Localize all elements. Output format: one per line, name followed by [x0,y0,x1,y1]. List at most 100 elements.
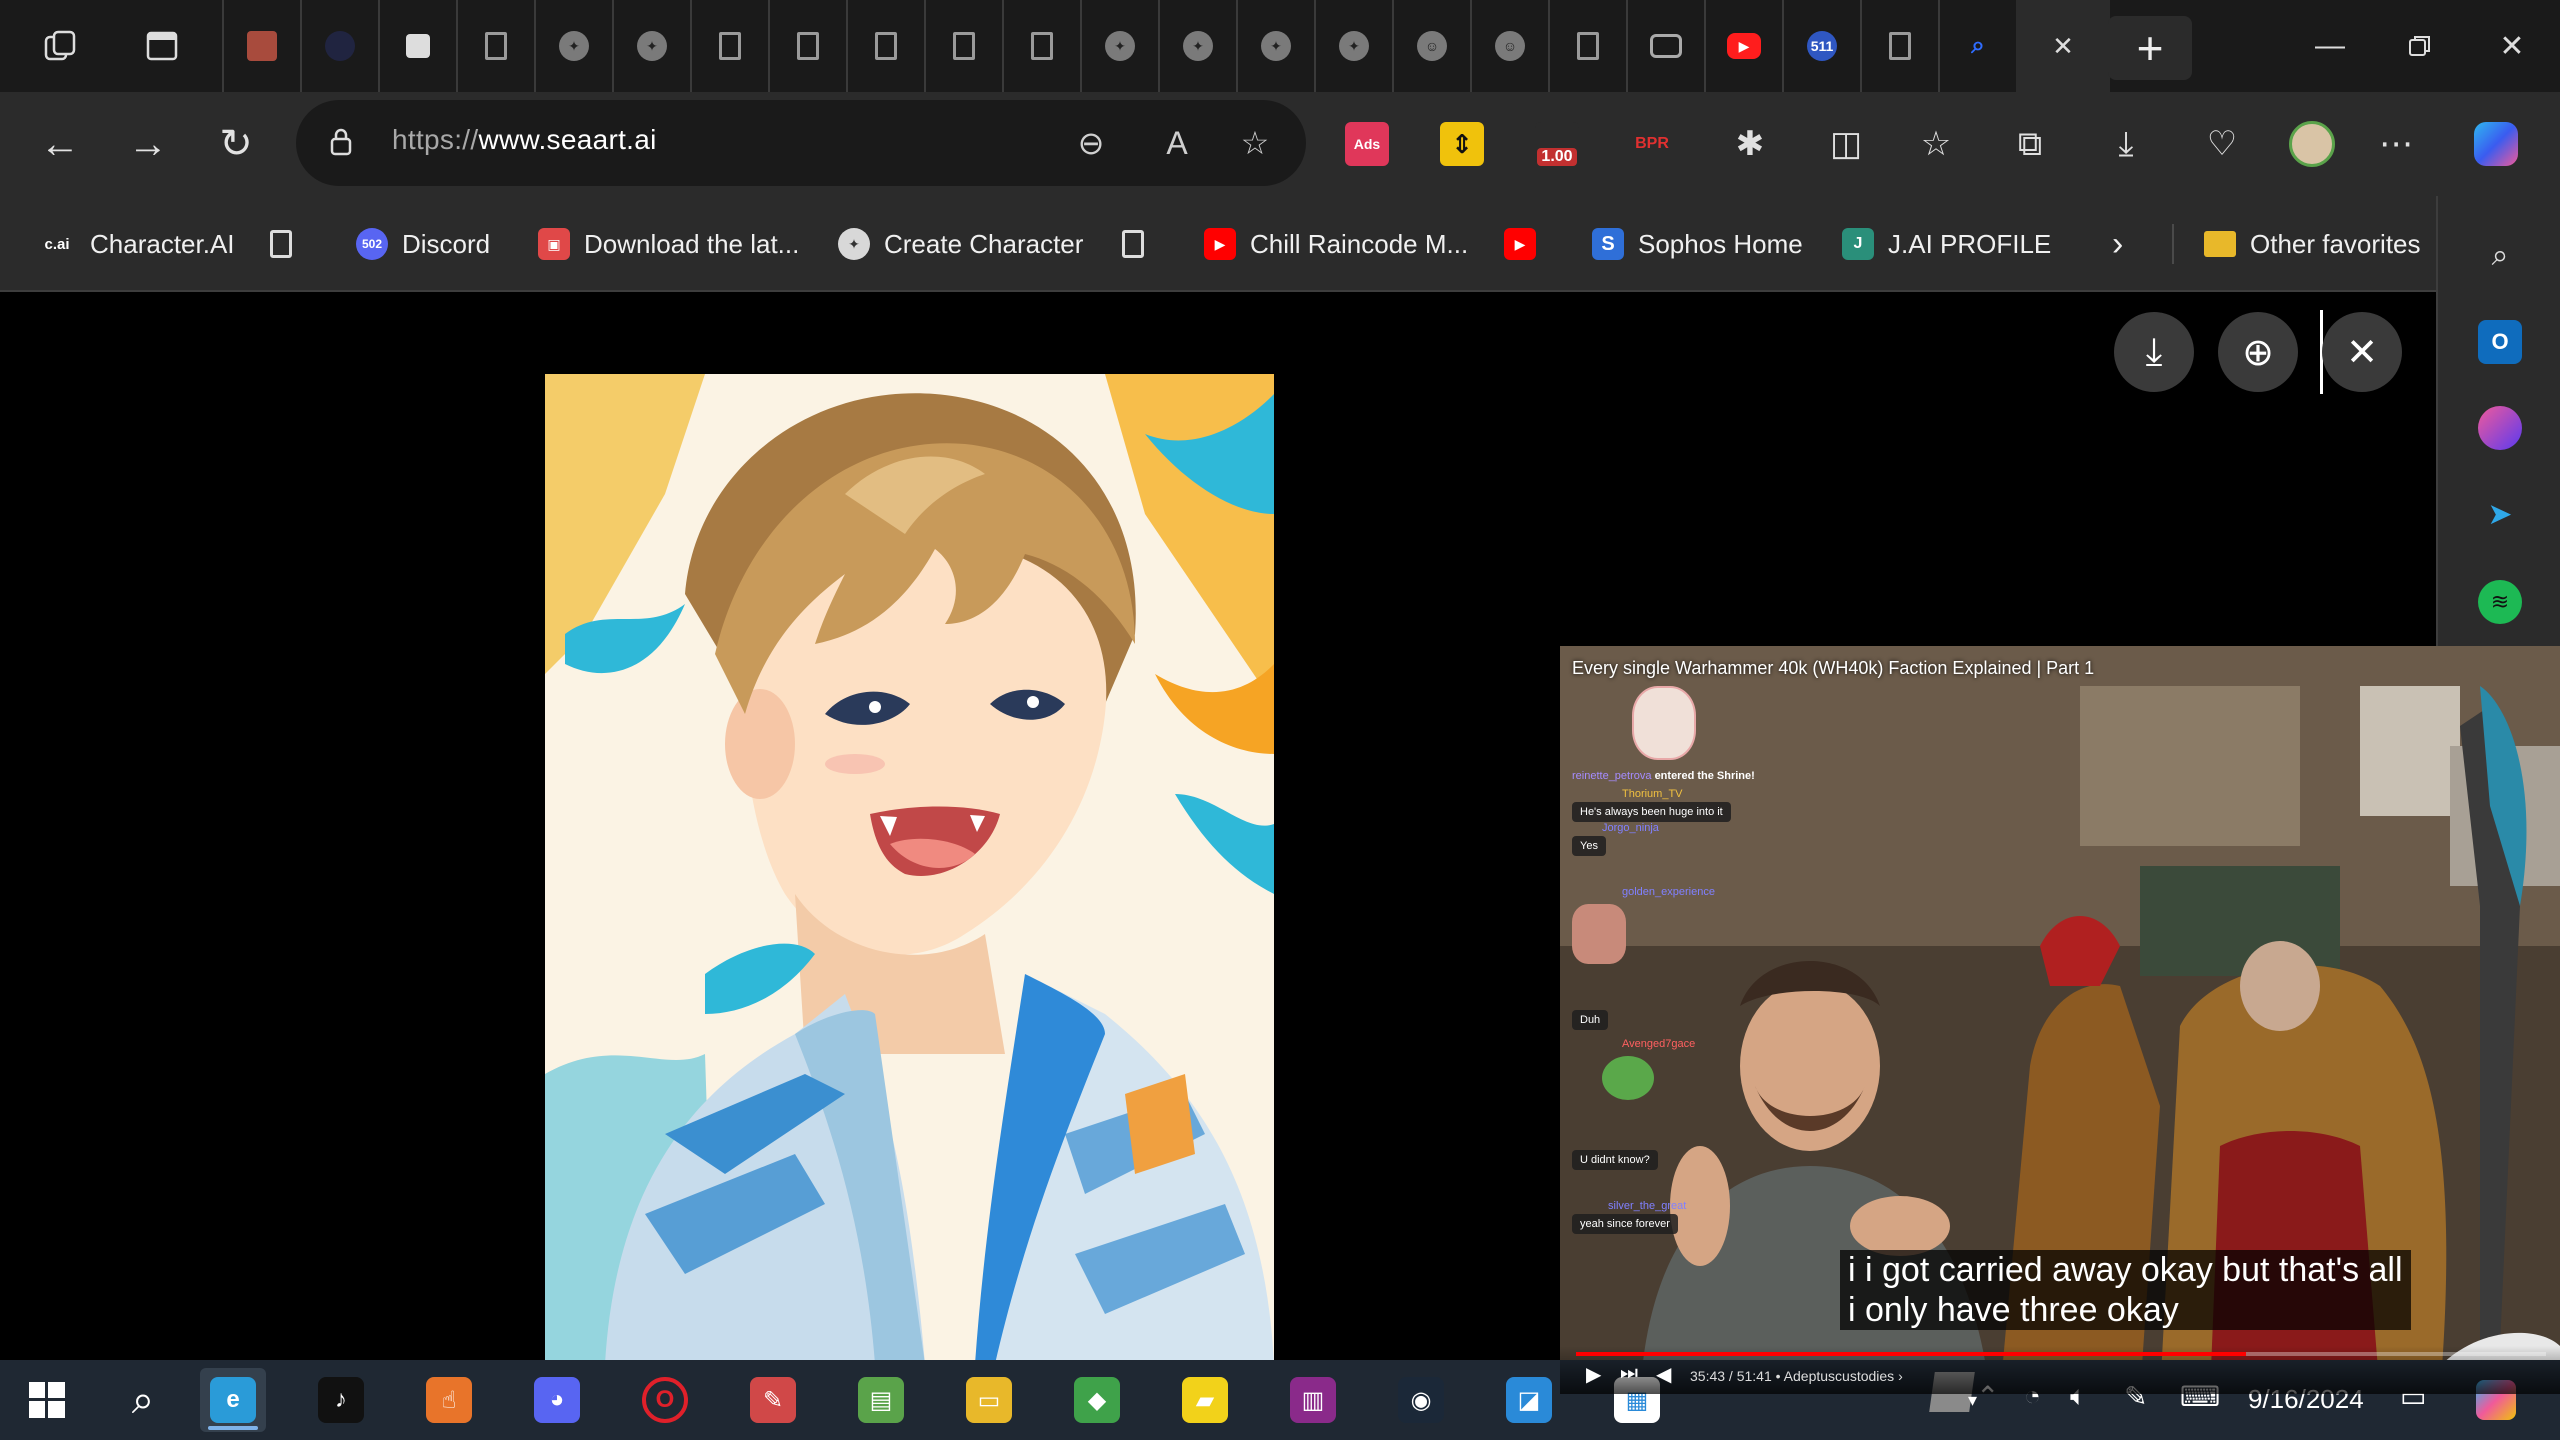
tab-actions-icon[interactable] [130,14,194,78]
url-text[interactable]: https://www.seaart.ai [392,124,657,156]
browser-tab[interactable] [924,0,1002,92]
split-screen-icon[interactable]: ◫ [1816,114,1876,174]
taskbar-steam[interactable]: ◉ [1388,1368,1454,1432]
taskbar-roblox[interactable]: ◪ [1496,1368,1562,1432]
forward-icon[interactable]: → [116,112,180,176]
sidebar-spotify-icon[interactable]: ≋ [2478,580,2522,624]
next-icon[interactable]: ⏭ [1620,1362,1638,1385]
active-tab[interactable]: ✕ [2016,0,2110,92]
page-icon [797,32,819,60]
volume-icon[interactable]: ◀ [1656,1362,1671,1387]
ads-extension-icon[interactable]: Ads [1345,122,1389,166]
taskbar-file-explorer[interactable]: ▭ [956,1368,1022,1432]
tab-list: ✦ ✦ ✦ ✦ ✦ ✦ ☺ ☺ ▶ 511 ⌕ ✕ [222,0,2110,92]
anime-character-artwork[interactable] [545,374,1274,1364]
taskbar-search-icon[interactable]: ⌕ [110,1368,176,1432]
taskbar-opera[interactable]: O [632,1368,698,1432]
extensions-icon[interactable]: ✱ [1720,114,1780,174]
browser-tab[interactable]: ✦ [1236,0,1314,92]
close-tab-icon[interactable]: ✕ [2052,31,2074,62]
lock-icon[interactable] [330,128,352,156]
browser-tab[interactable] [378,0,456,92]
zoom-in-button[interactable]: ⊕ [2218,312,2298,392]
taskbar-bluestacks[interactable]: ◆ [1064,1368,1130,1432]
browser-tab[interactable]: ✦ [534,0,612,92]
fav-youtube[interactable]: ▶ [1504,216,1536,272]
copilot-icon[interactable] [2466,114,2526,174]
download-image-button[interactable]: ⤓ [2114,312,2194,392]
profile-avatar[interactable] [2282,114,2342,174]
back-icon[interactable]: ← [28,112,92,176]
browser-tab[interactable]: ☺ [1392,0,1470,92]
taskbar-touch-app[interactable]: ☝ [416,1368,482,1432]
browser-tab[interactable] [1860,0,1938,92]
browser-tab[interactable] [846,0,924,92]
new-tab-button[interactable]: + [2108,16,2192,80]
close-window-icon[interactable]: ✕ [2472,16,2552,76]
browser-tab[interactable] [1002,0,1080,92]
browser-tab[interactable] [1548,0,1626,92]
fav-discord[interactable]: 502 Discord [356,216,490,272]
sidebar-outlook-icon[interactable]: O [2478,320,2522,364]
fav-other-favorites[interactable]: Other favorites [2204,216,2421,272]
fav-sophos[interactable]: S Sophos Home [1592,216,1803,272]
fav-chill-raincode[interactable]: ▶ Chill Raincode M... [1204,216,1468,272]
close-viewer-button[interactable]: ✕ [2322,312,2402,392]
sidebar-search-icon[interactable]: ⌕ [2478,234,2522,278]
browser-tab[interactable]: ✦ [1158,0,1236,92]
bpr-extension-icon[interactable]: BPR [1630,122,1674,166]
browser-tab[interactable] [300,0,378,92]
zoom-out-icon[interactable]: ⊖ [1066,118,1116,168]
video-overlay[interactable]: Every single Warhammer 40k (WH40k) Facti… [1560,646,2560,1394]
taskbar-edge[interactable]: e [200,1368,266,1432]
browser-tab[interactable]: ▶ [1704,0,1782,92]
browser-essentials-icon[interactable]: ♡ [2192,114,2252,174]
fav-download[interactable]: ▣ Download the lat... [538,216,799,272]
browser-tab[interactable]: 511 [1782,0,1860,92]
taskbar-notepad[interactable]: ▤ [848,1368,914,1432]
browser-tab[interactable]: ✦ [612,0,690,92]
play-icon[interactable]: ▶ [1586,1362,1601,1387]
edge-icon: e [210,1377,256,1423]
arrows-extension-icon[interactable]: ⇕ [1440,122,1484,166]
workspaces-icon[interactable] [28,14,92,78]
favorite-star-icon[interactable]: ☆ [1230,118,1280,168]
read-aloud-icon[interactable]: A [1152,118,1202,168]
browser-tab[interactable] [690,0,768,92]
downloads-icon[interactable]: ⤓ [2096,114,2156,174]
taskbar-paint[interactable]: ✎ [740,1368,806,1432]
taskbar-tiktok[interactable]: ♪ [308,1368,374,1432]
favorites-overflow-chevron-icon[interactable]: › [2112,216,2123,272]
taskbar-discord[interactable]: ◕ [524,1368,590,1432]
chat-avatar [1572,686,1696,760]
fav-jai-profile[interactable]: J J.AI PROFILE [1842,216,2051,272]
speed-extension-icon[interactable]: 1.00 [1535,122,1579,166]
sidebar-designer-icon[interactable] [2478,406,2522,450]
more-options-icon[interactable]: ⋯ [2366,114,2426,174]
browser-tab[interactable] [456,0,534,92]
sidebar-telegram-icon[interactable]: ➤ [2478,492,2522,536]
restore-icon[interactable] [2380,16,2460,76]
collections-icon[interactable]: ⧉ [2000,114,2060,174]
fav-page-2[interactable] [1122,216,1144,272]
taskbar-sticky-notes[interactable]: ▰ [1172,1368,1238,1432]
taskbar-winrar[interactable]: ▥ [1280,1368,1346,1432]
start-button[interactable] [14,1368,80,1432]
download-site-icon: ▣ [538,228,570,260]
browser-tab[interactable]: ✦ [1080,0,1158,92]
fav-create-character[interactable]: ✦ Create Character [838,216,1083,272]
video-controls: ▶ ⏭ ◀ 35:43 / 51:41 • Adeptuscustodies › [1560,1346,2560,1394]
browser-tab[interactable]: ☺ [1470,0,1548,92]
video-progress-bar[interactable] [1576,1352,2546,1356]
address-bar[interactable]: https://www.seaart.ai ⊖ A ☆ [296,100,1306,186]
browser-tab[interactable]: ⌕ [1938,0,2016,92]
fav-character-ai[interactable]: c.ai Character.AI [38,216,234,272]
browser-tab[interactable] [222,0,300,92]
fav-page[interactable] [270,216,292,272]
browser-tab[interactable]: ✦ [1314,0,1392,92]
favorites-icon[interactable]: ☆ [1906,114,1966,174]
refresh-icon[interactable]: ↻ [204,112,268,176]
browser-tab[interactable] [1626,0,1704,92]
minimize-icon[interactable]: — [2290,16,2370,76]
browser-tab[interactable] [768,0,846,92]
